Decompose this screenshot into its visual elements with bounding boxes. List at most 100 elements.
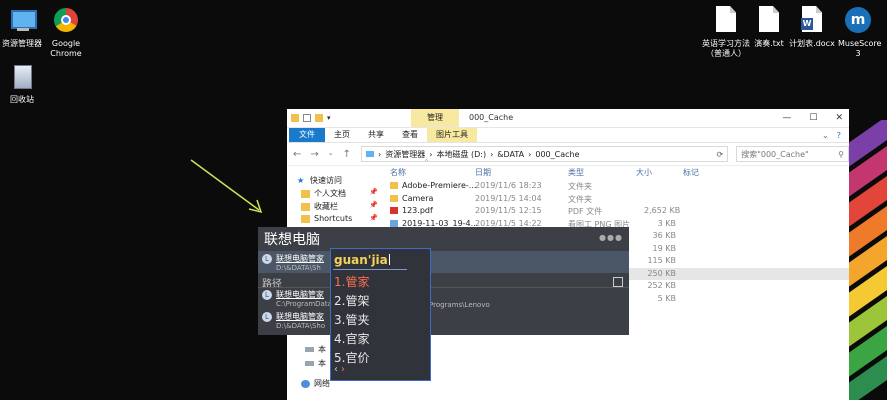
title-bar[interactable]: ▾ 管理 000_Cache — ☐ ✕ <box>287 109 849 128</box>
nav-item-label: Shortcuts <box>314 214 353 223</box>
chevron-down-icon[interactable]: ▾ <box>327 114 335 122</box>
desktop-icon-musescore[interactable]: m MuseScore 3 <box>830 4 886 59</box>
wallpaper-stripes <box>847 120 887 400</box>
file-size: 252 KB <box>647 281 676 290</box>
pin-icon[interactable]: 📌 <box>369 188 378 196</box>
folder-icon <box>301 202 310 211</box>
nav-item-shortcuts[interactable]: Shortcuts <box>301 214 352 223</box>
top-result[interactable]: L 联想电脑管家 D:\&DATA\Sh <box>262 253 324 272</box>
address-bar[interactable]: › 资源管理器 › 本地磁盘 (D:) › &DATA › 000_Cache … <box>361 146 729 162</box>
file-name: Adobe-Premiere-... <box>402 181 477 190</box>
tab-view[interactable]: 查看 <box>393 128 427 142</box>
pin-icon[interactable]: 📌 <box>369 214 378 222</box>
refresh-icon[interactable]: ⟳ <box>717 150 724 159</box>
text-doc-icon <box>711 6 741 36</box>
desktop-icon-label: Google Chrome <box>50 39 82 58</box>
nav-item-network[interactable]: 网络 <box>301 378 330 389</box>
maximize-icon[interactable]: ☐ <box>809 109 817 127</box>
musescore-icon: m <box>843 6 873 36</box>
folder-icon <box>390 182 398 189</box>
breadcrumb-drive[interactable]: 本地磁盘 (D:) <box>436 149 486 160</box>
column-header-tag[interactable]: 标记 <box>683 167 699 178</box>
folder-icon <box>301 214 310 223</box>
tab-home[interactable]: 主页 <box>325 128 359 142</box>
result-name: 联想电脑管家 <box>276 312 324 321</box>
table-row[interactable]: Camera 2019/11/5 14:04 文件夹 <box>382 193 849 206</box>
chevron-left-icon[interactable]: ‹ <box>334 364 338 375</box>
breadcrumb-data[interactable]: &DATA <box>497 150 524 159</box>
ime-composition: guan'jia <box>334 253 390 267</box>
path-tail: Programs\Lenovo <box>429 301 490 309</box>
up-icon[interactable]: ↑ <box>343 149 351 160</box>
help-icon[interactable]: ? <box>837 131 841 140</box>
ime-candidate-window[interactable]: guan'jia 1.管家 2.管架 3.管夹 4.官家 5.官价 ‹ › <box>330 248 431 381</box>
minimize-icon[interactable]: — <box>782 109 791 127</box>
tab-picture-tools[interactable]: 图片工具 <box>427 128 477 142</box>
context-tab-manage[interactable]: 管理 <box>411 109 459 127</box>
window-title: 000_Cache <box>469 113 514 122</box>
tab-share[interactable]: 共享 <box>359 128 393 142</box>
more-icon[interactable]: ●●● <box>599 233 623 242</box>
chevron-right-icon[interactable]: › <box>341 364 345 375</box>
lenovo-search-panel[interactable]: 联想电脑 ●●● L 联想电脑管家 D:\&DATA\Sh 路径 L 联想电脑管… <box>258 227 629 335</box>
column-header-name[interactable]: 名称 <box>390 167 406 178</box>
expand-checkbox[interactable] <box>613 277 623 287</box>
path-result[interactable]: L 联想电脑管家 C:\ProgramData <box>262 289 332 308</box>
path-result[interactable]: L 联想电脑管家 D:\&DATA\Sho <box>262 311 325 330</box>
forward-icon[interactable]: → <box>310 149 318 160</box>
close-icon[interactable]: ✕ <box>835 109 843 127</box>
chrome-icon <box>51 6 81 36</box>
properties-icon[interactable] <box>303 114 311 122</box>
file-name: Camera <box>402 193 434 203</box>
result-path: D:\&DATA\Sho <box>276 322 326 330</box>
annotation-arrow <box>190 159 263 214</box>
file-size: 2,652 KB <box>644 206 681 215</box>
table-row[interactable]: Adobe-Premiere-... 2019/11/6 18:23 文件夹 <box>382 180 849 193</box>
desktop-icon-chrome[interactable]: Google Chrome <box>38 4 94 59</box>
search-input[interactable]: 搜索"000_Cache" ⚲ <box>736 146 849 162</box>
nav-item-drive-2[interactable]: 本 <box>305 358 326 369</box>
file-size: 5 KB <box>657 293 676 303</box>
word-doc-icon: W <box>797 6 827 36</box>
file-date: 2019/11/5 12:15 <box>475 206 542 215</box>
tab-file[interactable]: 文件 <box>289 128 325 142</box>
desktop-icon-label: MuseScore 3 <box>838 39 882 58</box>
column-header-date[interactable]: 日期 <box>475 167 491 178</box>
breadcrumb-separator: › <box>490 149 494 159</box>
nav-item-label: 个人文档 <box>314 189 346 198</box>
pin-icon[interactable]: 📌 <box>369 201 378 209</box>
result-path: D:\&DATA\Sh <box>276 264 321 272</box>
nav-item-quick-access[interactable]: ★ 快速访问 <box>297 175 342 186</box>
chevron-down-icon[interactable]: ⌄ <box>822 131 829 140</box>
file-date: 2019/11/6 18:23 <box>475 181 542 190</box>
pdf-icon <box>390 207 398 214</box>
table-row[interactable]: 123.pdf 2019/11/5 12:15 PDF 文件 2,652 KB <box>382 205 849 218</box>
folder-icon <box>291 114 299 122</box>
ime-candidate-1[interactable]: 1.管家 <box>334 273 369 290</box>
ime-candidate-2[interactable]: 2.管架 <box>334 292 369 309</box>
recent-chevron-icon[interactable]: ⌄ <box>328 149 334 160</box>
search-placeholder: 搜索"000_Cache" <box>741 149 809 159</box>
nav-item-favorites[interactable]: 收藏栏 <box>301 201 338 212</box>
ime-candidate-3[interactable]: 3.管夹 <box>334 311 369 328</box>
back-icon[interactable]: ← <box>293 149 301 160</box>
ime-candidate-4[interactable]: 4.官家 <box>334 330 369 347</box>
search-icon: ⚲ <box>838 149 844 159</box>
breadcrumb-cache[interactable]: 000_Cache <box>535 150 579 159</box>
search-query-text[interactable]: 联想电脑 <box>264 229 320 249</box>
file-size: 3 KB <box>657 218 676 228</box>
file-date: 2019/11/5 14:04 <box>475 193 542 203</box>
file-type: PDF 文件 <box>568 207 603 216</box>
desktop-icon-recycle-bin[interactable]: 回收站 <box>0 60 50 105</box>
file-size: 19 KB <box>652 243 676 253</box>
new-folder-icon[interactable] <box>315 114 323 122</box>
nav-item-documents[interactable]: 个人文档 <box>301 188 346 199</box>
column-header-size[interactable]: 大小 <box>636 167 652 178</box>
divider <box>258 287 629 288</box>
breadcrumb-explorer[interactable]: 资源管理器 <box>385 149 425 160</box>
pc-icon <box>366 151 375 157</box>
column-header-type[interactable]: 类型 <box>568 167 584 178</box>
nav-item-drive-1[interactable]: 本 <box>305 344 326 355</box>
composition-underline <box>333 269 407 270</box>
lenovo-logo-icon: L <box>262 254 272 264</box>
